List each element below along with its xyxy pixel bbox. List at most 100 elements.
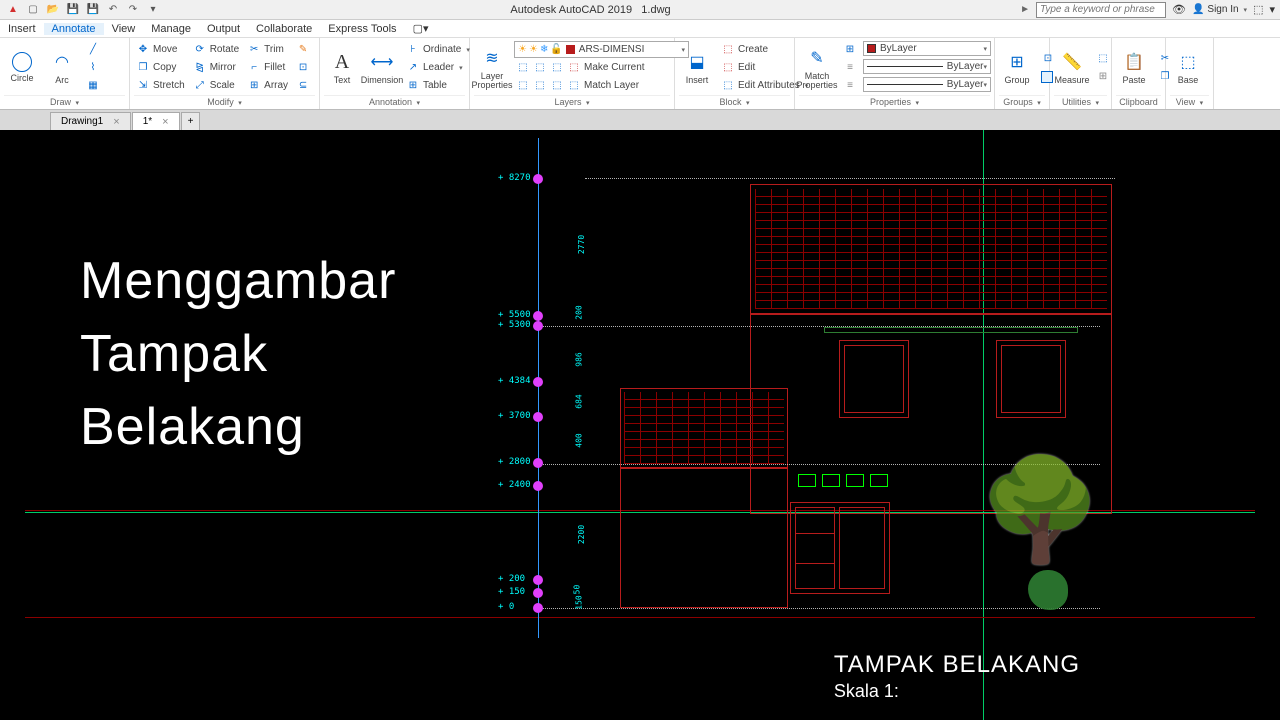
group-button[interactable]: ⊞Group: [999, 48, 1035, 87]
select-all-button[interactable]: ⬚: [1094, 50, 1112, 67]
panel-clipboard: 📋Paste ✂ ❐ Clipboard: [1112, 38, 1166, 109]
base-button[interactable]: ⬚Base: [1170, 48, 1206, 87]
arc-button[interactable]: ◠Arc: [44, 48, 80, 87]
new-icon[interactable]: ▢: [25, 2, 41, 18]
open-icon[interactable]: 📂: [45, 2, 61, 18]
help-icon[interactable]: ▾: [1269, 3, 1275, 16]
edit-attr-icon: ⬚: [721, 79, 735, 93]
make-current-button[interactable]: ⬚⬚⬚⬚Make Current: [514, 59, 689, 76]
explode-button[interactable]: ⊡: [294, 59, 312, 76]
move-button[interactable]: ✥Move: [134, 41, 187, 58]
edit-icon: ⬚: [721, 61, 735, 75]
vent: [798, 474, 816, 487]
search-input[interactable]: [1036, 2, 1166, 18]
dimension-button[interactable]: ⟷Dimension: [364, 48, 400, 87]
trim-button[interactable]: ✂Trim: [245, 41, 290, 58]
measure-button[interactable]: 📏Measure: [1054, 48, 1090, 87]
menu-view[interactable]: View: [104, 23, 144, 35]
elevation-node: [533, 311, 543, 321]
menu-annotate[interactable]: Annotate: [44, 23, 104, 35]
infocenter-icon[interactable]: 👁: [1172, 3, 1186, 16]
saveas-icon[interactable]: 💾: [85, 2, 101, 18]
text-icon: A: [330, 50, 354, 74]
panel-annotation: AText ⟷Dimension ⊦Ordinate▾ ↗Leader▾ ⊞Ta…: [320, 38, 470, 109]
undo-icon[interactable]: ↶: [105, 2, 121, 18]
layer-properties-button[interactable]: ≋Layer Properties: [474, 44, 510, 92]
circle-button[interactable]: Circle: [4, 50, 40, 85]
shrub: [1028, 570, 1068, 610]
erase-button[interactable]: ✎: [294, 41, 312, 58]
ordinate-icon: ⊦: [406, 43, 420, 57]
paste-button[interactable]: 📋Paste: [1116, 48, 1152, 87]
elevation-label: + 150: [498, 587, 525, 597]
rotate-button[interactable]: ⟳Rotate: [191, 41, 241, 58]
lineweight-dropdown[interactable]: ByLayer▾: [863, 59, 991, 74]
tab-drawing1[interactable]: Drawing1×: [50, 112, 131, 130]
table-button[interactable]: ⊞Table: [404, 77, 472, 94]
quick-calc-button[interactable]: ⊞: [1094, 68, 1112, 85]
fillet-button[interactable]: ⌐Fillet: [245, 59, 290, 76]
linetype-dropdown[interactable]: ByLayer▾: [863, 77, 991, 92]
copy-button[interactable]: ❐Copy: [134, 59, 187, 76]
array-button[interactable]: ⊞Array: [245, 77, 290, 94]
drawing-canvas[interactable]: 🌳 Menggambar Tampak Belakang TAMPAK BELA…: [0, 130, 1280, 720]
panel-utilities: 📏Measure ⬚ ⊞ Utilities ▾: [1050, 38, 1112, 109]
elevation-node: [533, 481, 543, 491]
redo-icon[interactable]: ↷: [125, 2, 141, 18]
menu-output[interactable]: Output: [199, 23, 248, 35]
list-icon[interactable]: ≡: [843, 79, 857, 93]
color-dropdown[interactable]: ByLayer▾: [863, 41, 991, 56]
axis-line: [538, 138, 539, 638]
menu-expresstools[interactable]: Express Tools: [320, 23, 404, 35]
match-prop-button[interactable]: ✎Match Properties: [799, 44, 835, 92]
polyline-icon: ⌇: [86, 61, 100, 75]
elevation-node: [533, 412, 543, 422]
layer-dropdown[interactable]: ☀☀❄🔓ARS-DIMENSI▾: [514, 41, 689, 58]
elevation-label: + 200: [498, 574, 525, 584]
offset-button[interactable]: ⊆: [294, 77, 312, 94]
essentials-icon[interactable]: ⊞: [843, 43, 857, 57]
menu-manage[interactable]: Manage: [143, 23, 199, 35]
vent: [870, 474, 888, 487]
elevation-node: [533, 174, 543, 184]
tab-active[interactable]: 1*×: [132, 112, 180, 130]
roof-lower: [620, 388, 788, 468]
close-icon[interactable]: ×: [113, 116, 119, 128]
match-layer-button[interactable]: ⬚⬚⬚⬚Match Layer: [514, 77, 689, 94]
hatch-button[interactable]: ▦: [84, 77, 102, 94]
hatch-icon: ▦: [86, 79, 100, 93]
close-icon[interactable]: ×: [162, 116, 168, 128]
app-menu-icon[interactable]: ▲: [5, 2, 21, 18]
menu-featured[interactable]: ▢▾: [405, 22, 437, 35]
insert-button[interactable]: ⬓Insert: [679, 48, 715, 87]
tab-new[interactable]: +: [181, 112, 201, 130]
ordinate-button[interactable]: ⊦Ordinate▾: [404, 41, 472, 58]
base-icon: ⬚: [1176, 50, 1200, 74]
window-title: Autodesk AutoCAD 2019 1.dwg: [161, 4, 1020, 16]
exchange-icon[interactable]: ⬚: [1253, 3, 1263, 16]
elevation-node: [533, 458, 543, 468]
rotate-icon: ⟳: [193, 43, 207, 57]
mirror-button[interactable]: ⧎Mirror: [191, 59, 241, 76]
menu-collaborate[interactable]: Collaborate: [248, 23, 320, 35]
menu-insert[interactable]: Insert: [0, 23, 44, 35]
window-2: [996, 340, 1066, 418]
qat-dropdown-icon[interactable]: ▾: [145, 2, 161, 18]
offset-icon: ⊆: [296, 79, 310, 93]
leader-button[interactable]: ↗Leader▾: [404, 59, 472, 76]
signin-button[interactable]: 👤 Sign In ▾: [1192, 4, 1247, 15]
scale-button[interactable]: ⤢Scale: [191, 77, 241, 94]
match-prop-icon: ✎: [805, 46, 829, 70]
array-icon: ⊞: [247, 79, 261, 93]
stretch-button[interactable]: ⇲Stretch: [134, 77, 187, 94]
line-button[interactable]: ╱: [84, 41, 102, 58]
elevation-label: + 5500: [498, 310, 531, 320]
panel-groups: ⊞Group ⊡ Groups ▾: [995, 38, 1050, 109]
user-icon: 👤: [1192, 4, 1204, 15]
text-button[interactable]: AText: [324, 48, 360, 87]
save-icon[interactable]: 💾: [65, 2, 81, 18]
panel-properties: ✎Match Properties ⊞ ≡ ≡ ByLayer▾ ByLayer…: [795, 38, 995, 109]
transparency-icon[interactable]: ≡: [843, 61, 857, 75]
menubar: Insert Annotate View Manage Output Colla…: [0, 20, 1280, 38]
polyline-button[interactable]: ⌇: [84, 59, 102, 76]
